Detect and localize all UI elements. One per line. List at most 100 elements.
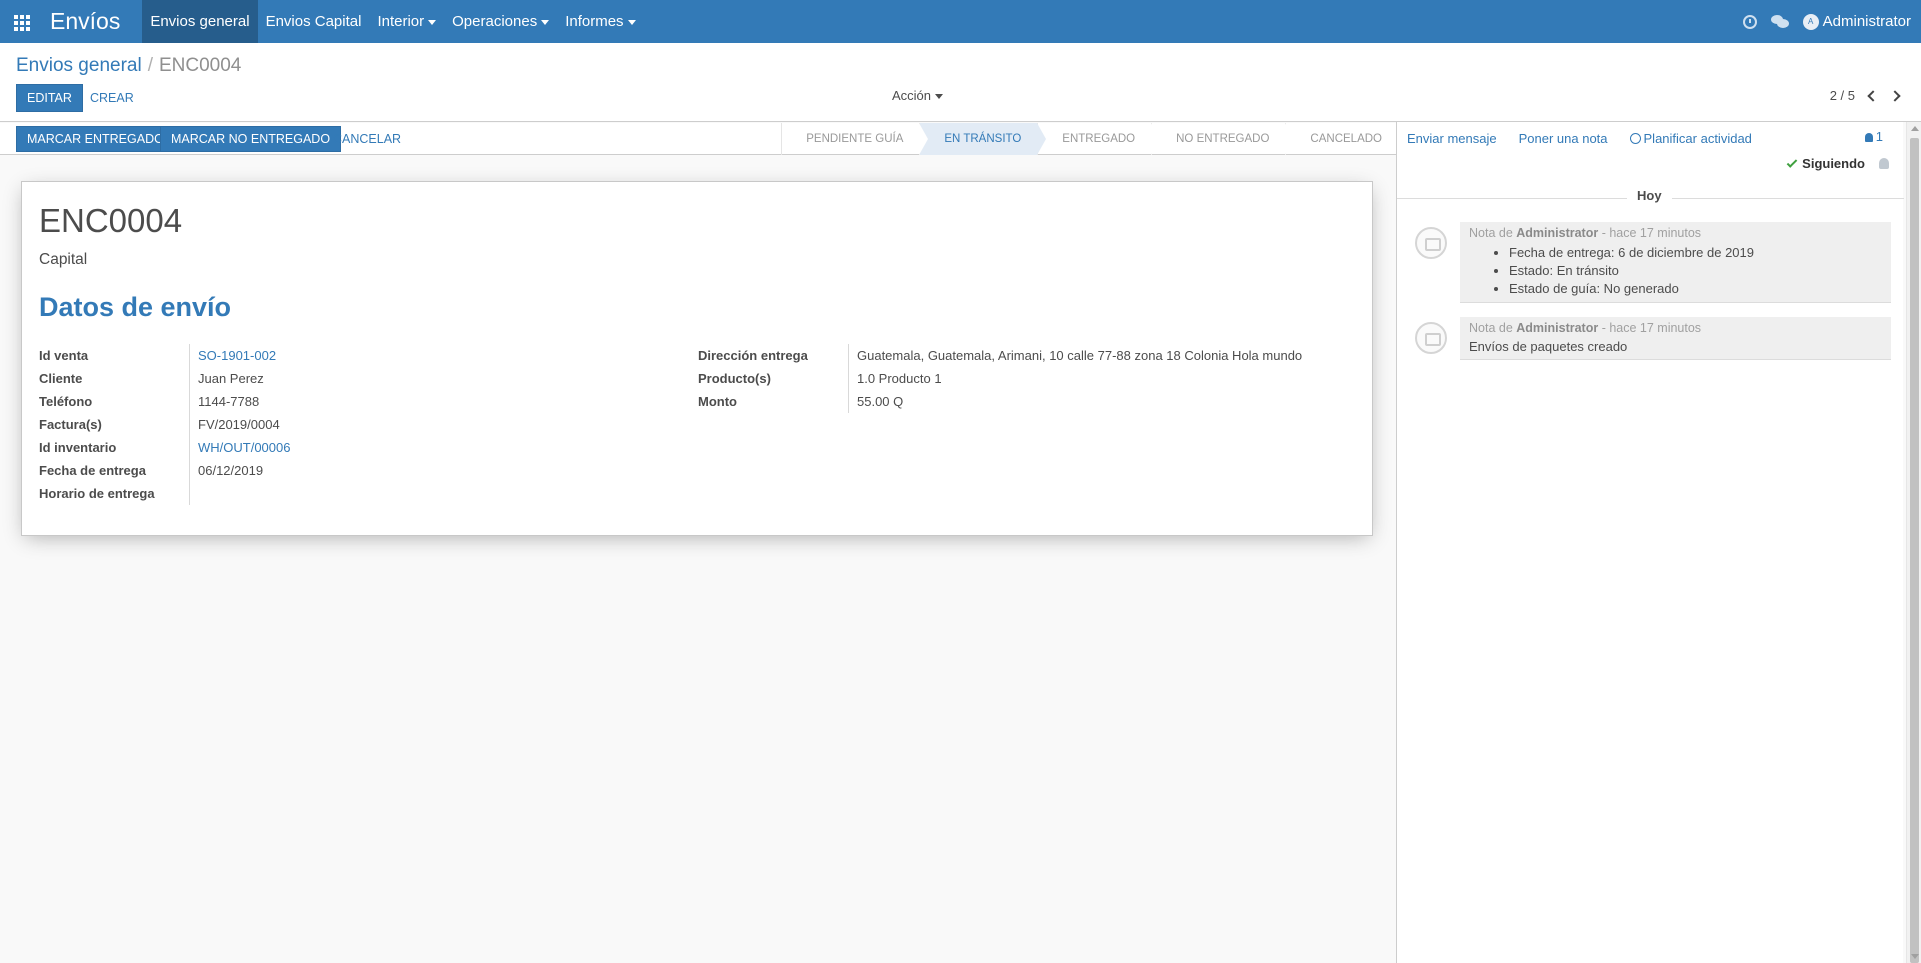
field-value: Guatemala, Guatemala, Arimani, 10 calle … — [857, 348, 1303, 363]
user-icon — [1864, 133, 1873, 142]
field-value: 06/12/2019 — [198, 463, 264, 478]
action-dropdown[interactable]: Acción — [892, 88, 944, 103]
message-time: - hace 17 minutos — [1601, 321, 1702, 335]
message-prefix: Nota de — [1469, 321, 1513, 335]
field-divider — [189, 344, 190, 505]
record-subtitle: Capital — [39, 251, 88, 268]
send-message-button[interactable]: Enviar mensaje — [1407, 131, 1497, 146]
vertical-scrollbar[interactable] — [1906, 122, 1921, 963]
field-label: Id inventario — [39, 440, 117, 455]
chevron-right-icon[interactable] — [1889, 89, 1901, 102]
pager: 2 / 5 — [1830, 88, 1901, 103]
sale-order-link[interactable]: SO-1901-002 — [198, 344, 276, 367]
control-panel: Envios general / ENC0004 EDITAR CREAR Acci… — [0, 43, 1921, 122]
action-dropdown-label: Acción — [892, 88, 932, 103]
scroll-down-icon[interactable] — [1911, 954, 1919, 959]
activity-clock-icon[interactable] — [1742, 14, 1757, 29]
field-value: 1.0 Producto 1 — [857, 371, 942, 386]
message-author[interactable]: Administrator — [1516, 226, 1598, 240]
right-field-group: Dirección entrega Guatemala, Guatemala, A… — [698, 344, 1358, 413]
menu-informes[interactable]: Informes — [557, 0, 643, 43]
edit-button[interactable]: EDITAR — [16, 84, 83, 112]
field-label: Teléfono — [39, 394, 93, 409]
menu-informes-label: Informes — [565, 13, 624, 30]
user-menu[interactable]: A Administrator — [1802, 13, 1911, 30]
message-header: Nota de Administrator - hace 17 minutos — [1469, 224, 1882, 242]
schedule-activity-button[interactable]: Planificar actividad — [1629, 131, 1752, 146]
apps-menu-icon[interactable] — [0, 0, 44, 43]
caret-down-icon — [627, 19, 636, 25]
message-body: Envíos de paquetes creado — [1469, 339, 1628, 354]
menu-operaciones-label: Operaciones — [452, 13, 538, 30]
field-value: 1144-7788 — [198, 394, 260, 409]
breadcrumb-separator: / — [147, 55, 153, 76]
field-id-venta: Id venta SO-1901-002 — [39, 344, 679, 367]
field-divider — [848, 344, 849, 413]
caret-down-icon — [541, 19, 550, 25]
followers-count: 1 — [1875, 129, 1883, 144]
menu-envios-general[interactable]: Envios general — [142, 0, 258, 43]
record-name: ENC0004 — [39, 202, 183, 239]
author-avatar — [1415, 322, 1447, 354]
bell-icon[interactable] — [1879, 158, 1889, 169]
tracking-item: Estado: En tránsito — [1509, 262, 1882, 280]
field-label: Producto(s) — [698, 371, 771, 386]
menu-envios-capital[interactable]: Envios Capital — [258, 0, 370, 43]
field-monto: Monto 55.00 Q — [698, 390, 1358, 413]
field-label: Factura(s) — [39, 417, 102, 432]
field-direccion-entrega: Dirección entrega Guatemala, Guatemala, A… — [698, 344, 1358, 367]
date-separator: Hoy — [1397, 188, 1904, 208]
message-author[interactable]: Administrator — [1516, 321, 1598, 335]
field-value: FV/2019/0004 — [198, 417, 280, 432]
date-separator-label: Hoy — [1627, 188, 1672, 203]
scroll-thumb[interactable] — [1910, 138, 1919, 963]
message-box: Nota de Administrator - hace 17 minutos … — [1460, 317, 1891, 360]
scroll-up-icon[interactable] — [1911, 126, 1919, 131]
create-button[interactable]: CREAR — [90, 84, 134, 112]
breadcrumb-parent[interactable]: Envios general — [16, 55, 142, 76]
field-value: 55.00 Q — [857, 394, 904, 409]
field-horario-entrega: Horario de entrega — [39, 482, 679, 505]
field-label: Monto — [698, 394, 737, 409]
mark-not-delivered-button[interactable]: MARCAR NO ENTREGADO — [160, 126, 342, 152]
menu-interior[interactable]: Interior — [369, 0, 444, 43]
field-telefono: Teléfono 1144-7788 — [39, 390, 679, 413]
message-box: Nota de Administrator - hace 17 minutos … — [1460, 222, 1891, 303]
field-facturas: Factura(s) FV/2019/0004 — [39, 413, 679, 436]
step-label: NO ENTREGADO — [1176, 133, 1270, 145]
field-label: Fecha de entrega — [39, 463, 146, 478]
user-avatar: A — [1802, 13, 1819, 30]
field-label: Horario de entrega — [39, 486, 155, 501]
breadcrumb: Envios general / ENC0004 — [16, 55, 241, 77]
form-sheet: ENC0004 Capital Datos de envío Id venta S… — [21, 181, 1373, 536]
tracking-item: Fecha de entrega: 6 de diciembre de 2019 — [1509, 244, 1882, 262]
step-label: PENDIENTE GUÍA — [806, 133, 904, 145]
step-en-transito[interactable]: EN TRÁNSITO — [919, 123, 1047, 155]
chevron-left-icon[interactable] — [1867, 89, 1879, 102]
following-button[interactable]: Siguiendo — [1786, 156, 1865, 171]
field-value: Juan Perez — [198, 371, 264, 386]
menu-operaciones[interactable]: Operaciones — [444, 0, 557, 43]
section-title: Datos de envío — [39, 292, 232, 322]
clock-icon — [1629, 133, 1641, 144]
left-field-group: Id venta SO-1901-002 Cliente Juan Perez Te… — [39, 344, 679, 505]
step-no-entregado[interactable]: NO ENTREGADO — [1151, 123, 1295, 155]
step-entregado[interactable]: ENTREGADO — [1037, 123, 1161, 155]
mark-delivered-button[interactable]: MARCAR ENTREGADO — [16, 126, 175, 152]
field-id-inventario: Id inventario WH/OUT/00006 — [39, 436, 679, 459]
following-label: Siguiendo — [1802, 156, 1865, 171]
field-productos: Producto(s) 1.0 Producto 1 — [698, 367, 1358, 390]
form-statusbar: MARCAR ENTREGADO MARCAR NO ENTREGADO CAN… — [0, 123, 1396, 155]
app-title: Envíos — [50, 8, 121, 34]
field-label: Dirección entrega — [698, 348, 808, 363]
field-cliente: Cliente Juan Perez — [39, 367, 679, 390]
cancel-button[interactable]: CANCELAR — [333, 125, 401, 153]
step-cancelado[interactable]: CANCELADO — [1285, 123, 1396, 155]
step-pendiente-guia[interactable]: PENDIENTE GUÍA — [781, 123, 929, 155]
log-note-button[interactable]: Poner una nota — [1519, 131, 1608, 146]
messaging-icon[interactable] — [1770, 14, 1789, 29]
status-steps: PENDIENTE GUÍA EN TRÁNSITO ENTREGADO NO … — [781, 123, 1396, 155]
followers-button[interactable]: 1 — [1864, 129, 1883, 144]
caret-down-icon — [935, 94, 944, 100]
inventory-link[interactable]: WH/OUT/00006 — [198, 436, 290, 459]
